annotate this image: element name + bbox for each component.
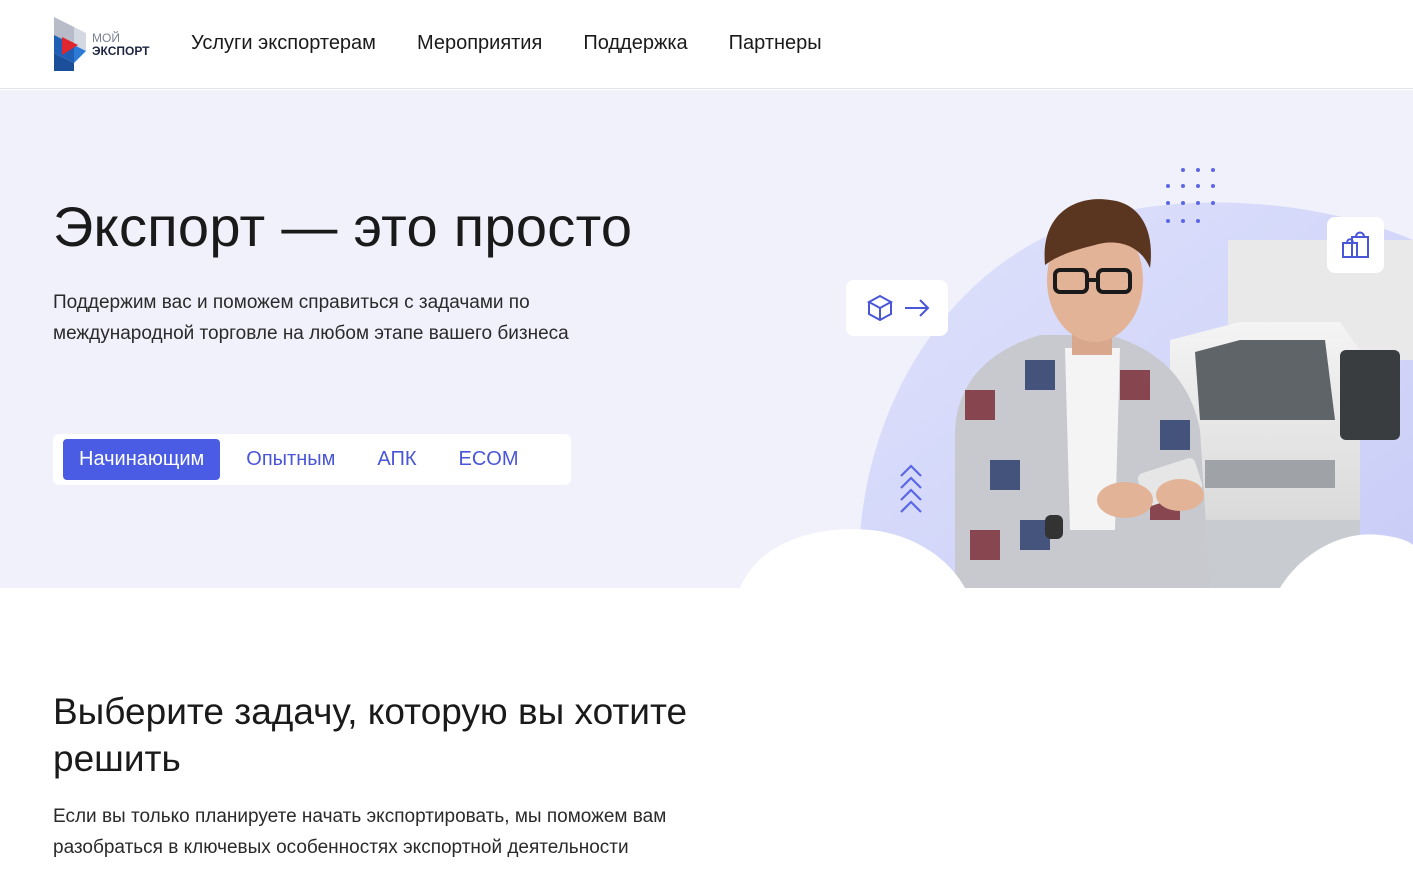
nav-item-services[interactable]: Услуги экспортерам — [191, 30, 376, 56]
hero-title: Экспорт — это просто — [53, 195, 633, 258]
hero-illustration — [740, 168, 1413, 588]
audience-tabs: Начинающим Опытным АПК ECOM — [53, 434, 571, 485]
logo[interactable]: МОЙ ЭКСПОРТ — [52, 15, 152, 73]
section-subtitle: Если вы только планируете начать экспорт… — [53, 806, 667, 858]
tab-ecom[interactable]: ECOM — [443, 439, 535, 480]
tab-apk[interactable]: АПК — [361, 439, 432, 480]
nav-item-support[interactable]: Поддержка — [583, 30, 687, 56]
nav-item-events[interactable]: Мероприятия — [417, 30, 542, 56]
site-header: МОЙ ЭКСПОРТ Услуги экспортерам Мероприят… — [0, 0, 1413, 89]
box-arrow-icon — [846, 280, 948, 336]
shopping-bags-icon — [1327, 217, 1384, 273]
nav-item-partners[interactable]: Партнеры — [729, 30, 822, 56]
tab-beginners[interactable]: Начинающим — [63, 439, 221, 480]
tab-experienced[interactable]: Опытным — [230, 439, 351, 480]
section-title: Выберите задачу, которую вы хотите решит… — [53, 691, 688, 779]
hero-section: Экспорт — это просто Поддержим вас и пом… — [0, 90, 1413, 588]
logo-line2: ЭКСПОРТ — [92, 44, 150, 58]
logo-icon — [54, 17, 86, 71]
main-nav: Услуги экспортерам Мероприятия Поддержка… — [191, 30, 822, 56]
hero-subtitle: Поддержим вас и поможем справиться с зад… — [53, 292, 569, 344]
